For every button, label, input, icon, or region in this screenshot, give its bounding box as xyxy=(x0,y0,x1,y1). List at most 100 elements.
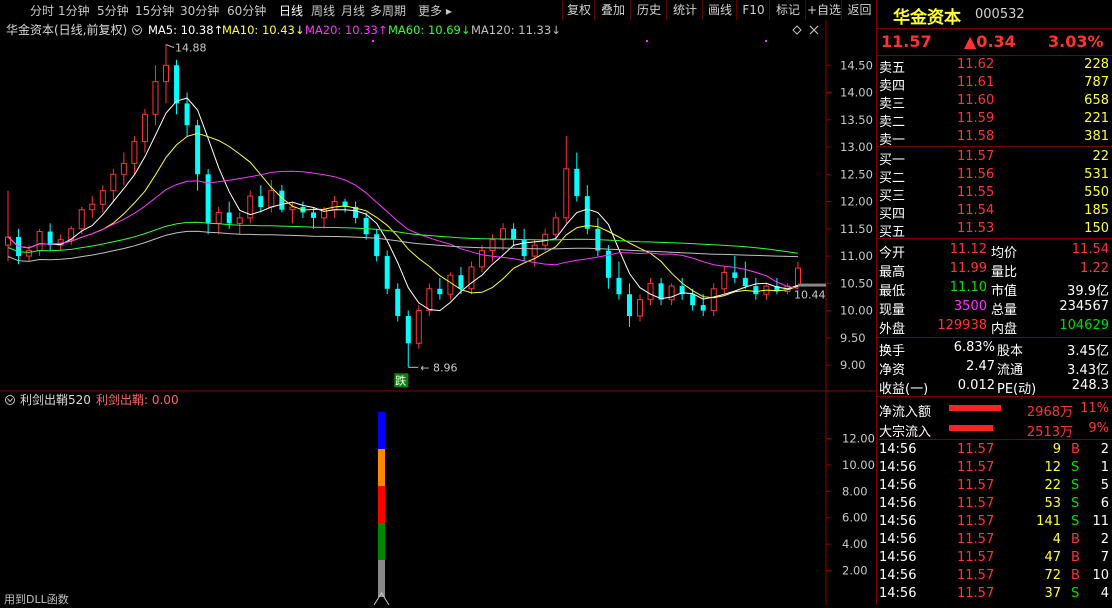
tick-volume-3: 53 xyxy=(1044,496,1061,511)
toolbar-button-6[interactable]: 标记 xyxy=(769,0,806,20)
tick-side-3: S xyxy=(1071,496,1080,511)
stat-value-a-0: 11.12 xyxy=(949,242,987,257)
toolbar-button-7[interactable]: +自选 xyxy=(805,0,842,20)
candle-body-24 xyxy=(258,196,264,207)
candle-body-66 xyxy=(700,305,706,311)
tick-row-7[interactable]: 14:56 11.57 72 B 10 xyxy=(877,567,1112,585)
tick-price-8: 11.57 xyxy=(957,586,995,601)
price-row: 11.57 ▲0.34 3.03% xyxy=(877,31,1112,53)
stat-value-a-4: 129938 xyxy=(937,318,987,333)
candle-body-45 xyxy=(479,250,485,268)
indicator-bar-segment-0 xyxy=(378,412,385,449)
candle-body-16 xyxy=(174,65,180,104)
candle-body-12 xyxy=(131,141,138,164)
candle-body-70 xyxy=(742,277,748,287)
tick-row-2[interactable]: 14:56 11.57 22 S 5 xyxy=(877,477,1112,495)
tick-time-2: 14:56 xyxy=(879,478,917,493)
bid-row-0[interactable]: 买一 11.57 22 xyxy=(877,148,1112,168)
period-tab-0[interactable]: 分时 xyxy=(30,2,54,19)
period-tab-3[interactable]: 15分钟 xyxy=(135,2,174,19)
y-tick-label-5: 12.00 xyxy=(840,195,873,209)
period-tab-2[interactable]: 5分钟 xyxy=(97,2,129,19)
stat-label-b-1: 量比 xyxy=(991,265,1018,280)
bid-price-2: 11.55 xyxy=(957,185,995,200)
tick-time-7: 14:56 xyxy=(879,568,917,583)
toolbar-button-4[interactable]: 画线 xyxy=(702,0,737,20)
stat2-value-a-1: 2.47 xyxy=(966,359,995,374)
candle-body-71 xyxy=(753,286,759,295)
bid-row-4[interactable]: 买五 11.53 150 xyxy=(877,220,1112,240)
period-tab-9[interactable]: 多周期 xyxy=(370,2,406,19)
stock-code: 000532 xyxy=(975,7,1025,22)
y-tick-label-2: 13.50 xyxy=(840,113,873,127)
period-tab-7[interactable]: 周线 xyxy=(311,2,335,19)
ask-price-1: 11.61 xyxy=(957,75,995,90)
toolbar-button-3[interactable]: 统计 xyxy=(666,0,703,20)
indicator-svg[interactable]: 利剑出鞘520 利剑出鞘: 0.00 12.00 10.00 8.00 6.00 4.00 2… xyxy=(0,392,876,606)
ask-row-2[interactable]: 卖三 11.60 658 xyxy=(877,92,1112,112)
candle-body-38 xyxy=(405,316,411,344)
toolbar-button-1[interactable]: 叠加 xyxy=(594,0,631,20)
candlestick-chart[interactable]: 华金资本(日线,前复权) MA5: 10.38↑ MA10: 10.43↓ MA20:… xyxy=(0,20,876,392)
candle-body-60 xyxy=(637,299,643,317)
tick-time-5: 14:56 xyxy=(879,532,917,547)
tick-side-7: B xyxy=(1071,568,1080,583)
tick-row-0[interactable]: 14:56 11.57 9 B 2 xyxy=(877,441,1112,459)
period-tab-5[interactable]: 60分钟 xyxy=(227,2,266,19)
stat-value-b-0: 11.54 xyxy=(1071,242,1109,257)
tick-row-3[interactable]: 14:56 11.57 53 S 6 xyxy=(877,495,1112,513)
tick-row-8[interactable]: 14:56 11.57 37 S 4 xyxy=(877,585,1112,603)
stat-label-a-1: 最高 xyxy=(879,265,906,280)
candle-body-13 xyxy=(141,113,148,143)
tick-time-6: 14:56 xyxy=(879,550,917,565)
bid-row-3[interactable]: 买四 11.54 185 xyxy=(877,202,1112,222)
stat2-row-0: 换手 6.83% 股本 3.45亿 xyxy=(877,339,1112,359)
y-tick-label-4: 12.50 xyxy=(840,167,873,181)
flow-value-1: 2513万 xyxy=(1026,425,1073,440)
tick-row-6[interactable]: 14:56 11.57 47 B 7 xyxy=(877,549,1112,567)
bid-row-1[interactable]: 买二 11.56 531 xyxy=(877,166,1112,186)
bid-price-1: 11.56 xyxy=(957,167,995,182)
candlestick-svg[interactable]: 华金资本(日线,前复权) MA5: 10.38↑MA10: 10.43↓ MA20:… xyxy=(0,20,876,392)
candle-body-67 xyxy=(710,288,717,312)
period-tab-4[interactable]: 30分钟 xyxy=(180,2,219,19)
indicator-bar-segment-4 xyxy=(378,560,385,597)
bid-volume-2: 550 xyxy=(1084,185,1109,200)
stat-value-b-1: 1.22 xyxy=(1080,261,1109,276)
quote-panel: 华金资本 000532 11.57 ▲0.34 3.03% 卖五 11.62 228… xyxy=(876,0,1112,605)
period-tab-8[interactable]: 月线 xyxy=(341,2,365,19)
stat-value-b-2: 39.9亿 xyxy=(1067,284,1109,299)
last-price: 11.57 xyxy=(881,32,932,51)
stat-row-2: 最低 11.10 市值 39.9亿 xyxy=(877,279,1112,299)
bid-row-2[interactable]: 买三 11.55 550 xyxy=(877,184,1112,204)
ma-label-0: MA5: 10.38↑ xyxy=(148,23,223,37)
tick-time-1: 14:56 xyxy=(879,460,917,475)
indicator-chart[interactable]: 利剑出鞘520 利剑出鞘: 0.00 12.00 10.00 8.00 6.00 4.00 2… xyxy=(0,392,876,606)
y-tick-label-9: 10.00 xyxy=(840,304,873,318)
ask-row-4[interactable]: 卖一 11.58 381 xyxy=(877,128,1112,148)
current-price-marker xyxy=(798,283,826,287)
candle-body-59 xyxy=(626,294,632,317)
tick-row-1[interactable]: 14:56 11.57 12 S 1 xyxy=(877,459,1112,477)
candle-body-43 xyxy=(458,275,464,289)
stat-value-b-4: 104629 xyxy=(1059,318,1109,333)
period-tab-1[interactable]: 1分钟 xyxy=(58,2,90,19)
ask-volume-4: 381 xyxy=(1084,129,1109,144)
low-label: ← 8.96 xyxy=(420,361,457,374)
stat-label-b-0: 均价 xyxy=(991,246,1018,261)
ask-row-0[interactable]: 卖五 11.62 228 xyxy=(877,56,1112,76)
stat-value-a-3: 3500 xyxy=(953,299,987,314)
tick-price-0: 11.57 xyxy=(957,442,995,457)
period-tab-10[interactable]: 更多 ▸ xyxy=(418,2,452,19)
toolbar-button-0[interactable]: 复权 xyxy=(562,0,595,20)
tick-row-5[interactable]: 14:56 11.57 4 B 2 xyxy=(877,531,1112,549)
ask-row-3[interactable]: 卖二 11.59 221 xyxy=(877,110,1112,130)
toolbar-button-5[interactable]: F10 xyxy=(736,0,770,20)
ask-row-1[interactable]: 卖四 11.61 787 xyxy=(877,74,1112,94)
toolbar-button-2[interactable]: 历史 xyxy=(630,0,667,20)
toolbar-button-8[interactable]: 返回 xyxy=(841,0,877,20)
candle-body-9 xyxy=(99,190,106,205)
tick-row-4[interactable]: 14:56 11.57 141 S 11 xyxy=(877,513,1112,531)
bid-volume-3: 185 xyxy=(1084,203,1109,218)
period-tab-6[interactable]: 日线 xyxy=(279,2,303,19)
